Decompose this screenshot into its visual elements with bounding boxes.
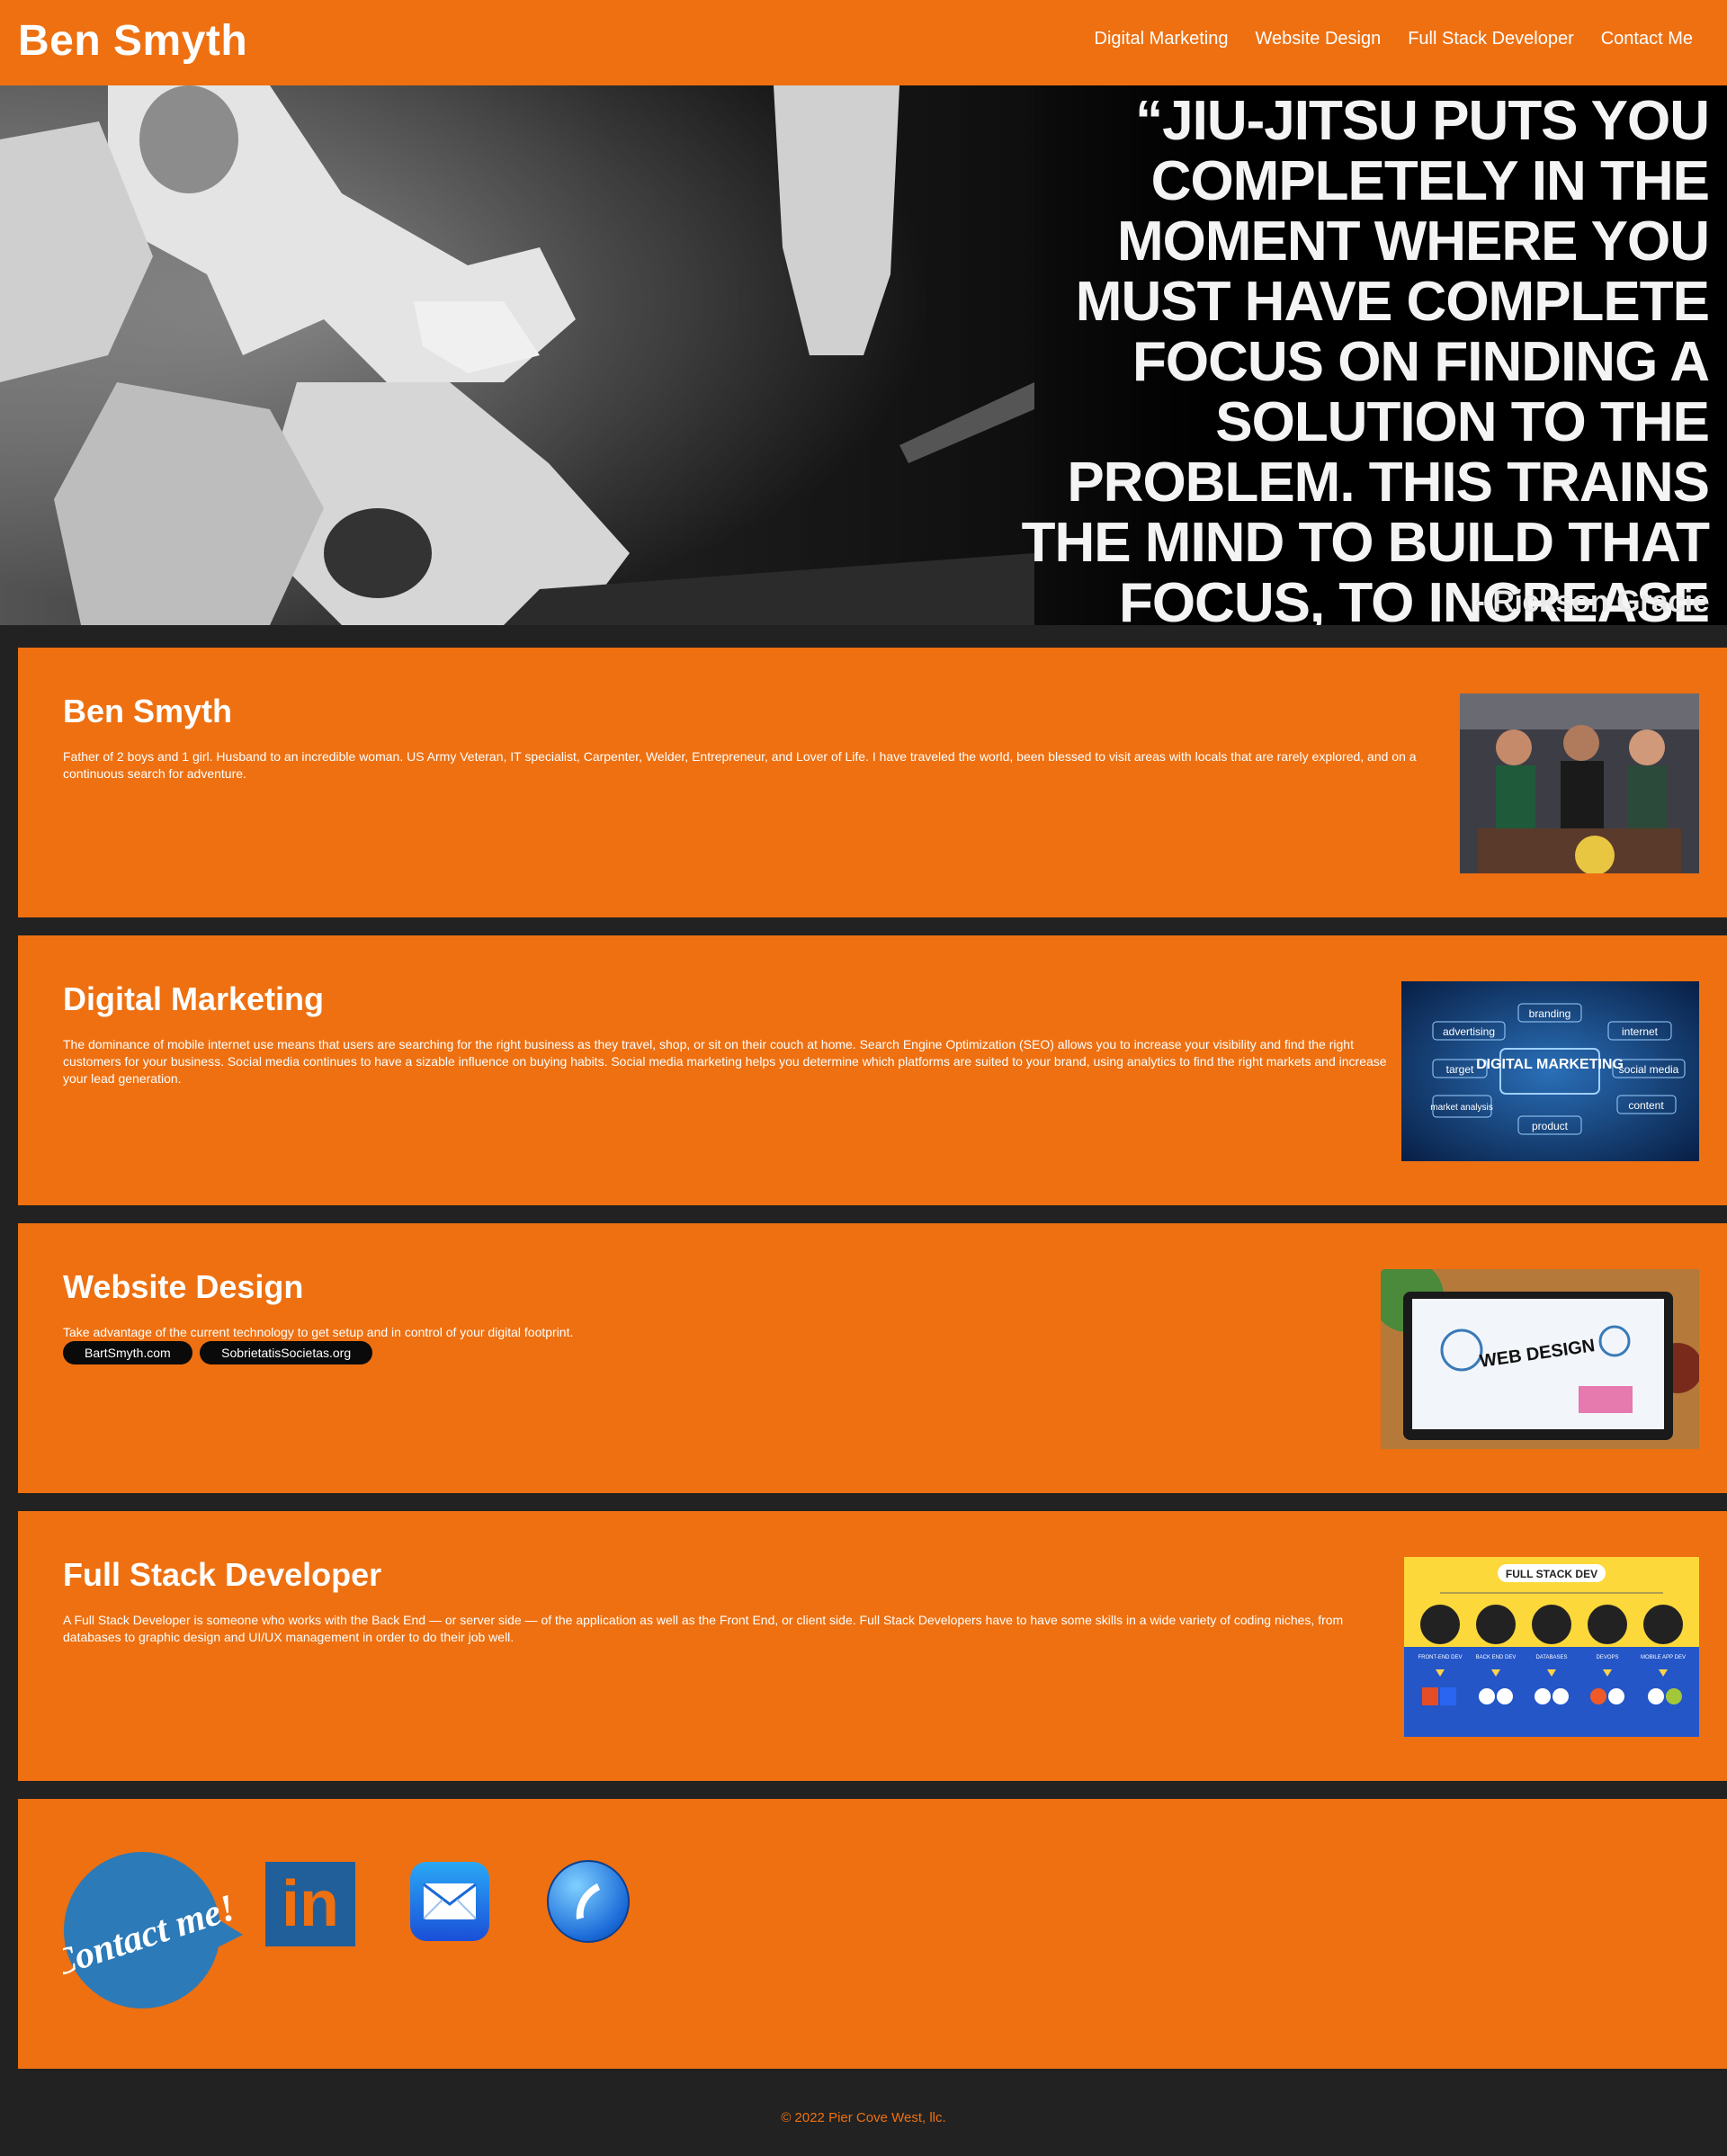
- link-bartsmyth[interactable]: BartSmyth.com: [63, 1341, 192, 1364]
- digital-marketing-section: Digital Marketing The dominance of mobil…: [18, 935, 1727, 1205]
- svg-text:content: content: [1628, 1099, 1664, 1112]
- full-stack-text: A Full Stack Developer is someone who wo…: [63, 1613, 1344, 1644]
- footer-copyright: © 2022 Pier Cove West, llc.: [781, 2110, 946, 2125]
- jiu-jitsu-photo: [0, 85, 1034, 625]
- about-title: Ben Smyth: [63, 693, 233, 729]
- svg-text:product: product: [1532, 1120, 1569, 1132]
- svg-text:BACK END DEV: BACK END DEV: [1476, 1655, 1517, 1660]
- full-stack-image-title: FULL STACK DEV: [1506, 1568, 1597, 1580]
- full-stack-section: Full Stack Developer A Full Stack Develo…: [18, 1511, 1727, 1781]
- svg-text:DATABASES: DATABASES: [1535, 1655, 1567, 1660]
- nav-website-design[interactable]: Website Design: [1256, 29, 1382, 49]
- site-header: Ben Smyth Digital Marketing Website Desi…: [0, 0, 1727, 85]
- svg-text:market analysis: market analysis: [1430, 1103, 1492, 1113]
- hero-banner: “Jiu-Jitsu puts you completely in the mo…: [0, 85, 1727, 625]
- dm-center-label: DIGITAL MARKETING: [1476, 1057, 1624, 1072]
- website-design-title: Website Design: [63, 1268, 304, 1305]
- about-photo: [1460, 693, 1699, 873]
- about-text: Father of 2 boys and 1 girl. Husband to …: [63, 749, 1417, 781]
- website-design-text: Take advantage of the current technology…: [63, 1325, 574, 1339]
- about-section: Ben Smyth Father of 2 boys and 1 girl. H…: [18, 648, 1727, 917]
- digital-marketing-title: Digital Marketing: [63, 980, 325, 1017]
- hero-quote: “Jiu-Jitsu puts you completely in the mo…: [1021, 90, 1710, 625]
- full-stack-image: FULL STACK DEV FRONT-END DEV BACK END DE…: [1404, 1557, 1699, 1737]
- nav-contact-me[interactable]: Contact Me: [1601, 29, 1693, 49]
- svg-text:advertising: advertising: [1443, 1025, 1495, 1038]
- nav-digital-marketing[interactable]: Digital Marketing: [1095, 29, 1229, 49]
- full-stack-title: Full Stack Developer: [63, 1556, 382, 1593]
- svg-text:MOBILE APP DEV: MOBILE APP DEV: [1641, 1655, 1686, 1660]
- contact-section: Contact me! in: [18, 1799, 1727, 2069]
- svg-text:target: target: [1446, 1063, 1474, 1076]
- website-design-section: Website Design Take advantage of the cur…: [18, 1223, 1727, 1493]
- link-sobrietatis[interactable]: SobrietatisSocietas.org: [200, 1341, 373, 1364]
- phone-icon[interactable]: [547, 1860, 630, 1943]
- contact-me-bubble: Contact me!: [45, 1849, 261, 2011]
- svg-text:branding: branding: [1529, 1007, 1571, 1020]
- main-nav: Digital Marketing Website Design Full St…: [1095, 29, 1693, 49]
- nav-full-stack-developer[interactable]: Full Stack Developer: [1408, 29, 1574, 49]
- brand-logo[interactable]: Ben Smyth: [18, 16, 247, 66]
- digital-marketing-image: DIGITAL MARKETING branding advertising i…: [1401, 981, 1699, 1161]
- linkedin-icon[interactable]: in: [265, 1862, 355, 1946]
- website-links: BartSmyth.com SobrietatisSocietas.org: [63, 1341, 376, 1364]
- svg-text:DEVOPS: DEVOPS: [1596, 1655, 1618, 1660]
- svg-text:social media: social media: [1619, 1063, 1679, 1076]
- svg-text:internet: internet: [1622, 1025, 1659, 1038]
- hero-quote-author: - Rickson Gracie: [1474, 585, 1710, 619]
- svg-text:FRONT-END DEV: FRONT-END DEV: [1418, 1655, 1462, 1660]
- website-design-image: WEB DESIGN: [1381, 1269, 1699, 1449]
- digital-marketing-text: The dominance of mobile internet use mea…: [63, 1037, 1387, 1086]
- email-icon[interactable]: [410, 1862, 489, 1941]
